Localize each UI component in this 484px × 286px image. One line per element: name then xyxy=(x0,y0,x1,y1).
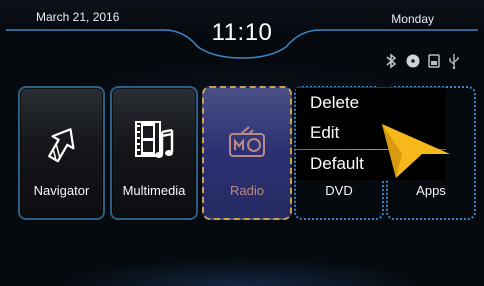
day-text: Monday xyxy=(391,12,434,26)
tile-label-radio: Radio xyxy=(230,183,264,198)
disc-icon xyxy=(406,54,420,68)
bluetooth-icon xyxy=(384,53,398,69)
tile-label-dvd: DVD xyxy=(325,183,353,198)
film-music-icon xyxy=(132,118,176,171)
navigation-arrow-icon xyxy=(45,124,79,169)
radio-icon xyxy=(227,124,267,165)
sd-card-icon xyxy=(428,54,440,68)
menu-item-delete[interactable]: Delete xyxy=(296,88,446,118)
tile-label-navigator: Navigator xyxy=(33,183,90,198)
tile-radio[interactable]: Radio xyxy=(202,86,292,220)
tile-multimedia[interactable]: Multimedia xyxy=(110,86,198,220)
tile-navigator[interactable]: Navigator xyxy=(18,86,105,220)
status-icons xyxy=(384,53,460,69)
pointer-arrow-icon xyxy=(380,120,454,187)
tile-label-multimedia: Multimedia xyxy=(122,183,186,198)
usb-icon xyxy=(448,53,460,69)
